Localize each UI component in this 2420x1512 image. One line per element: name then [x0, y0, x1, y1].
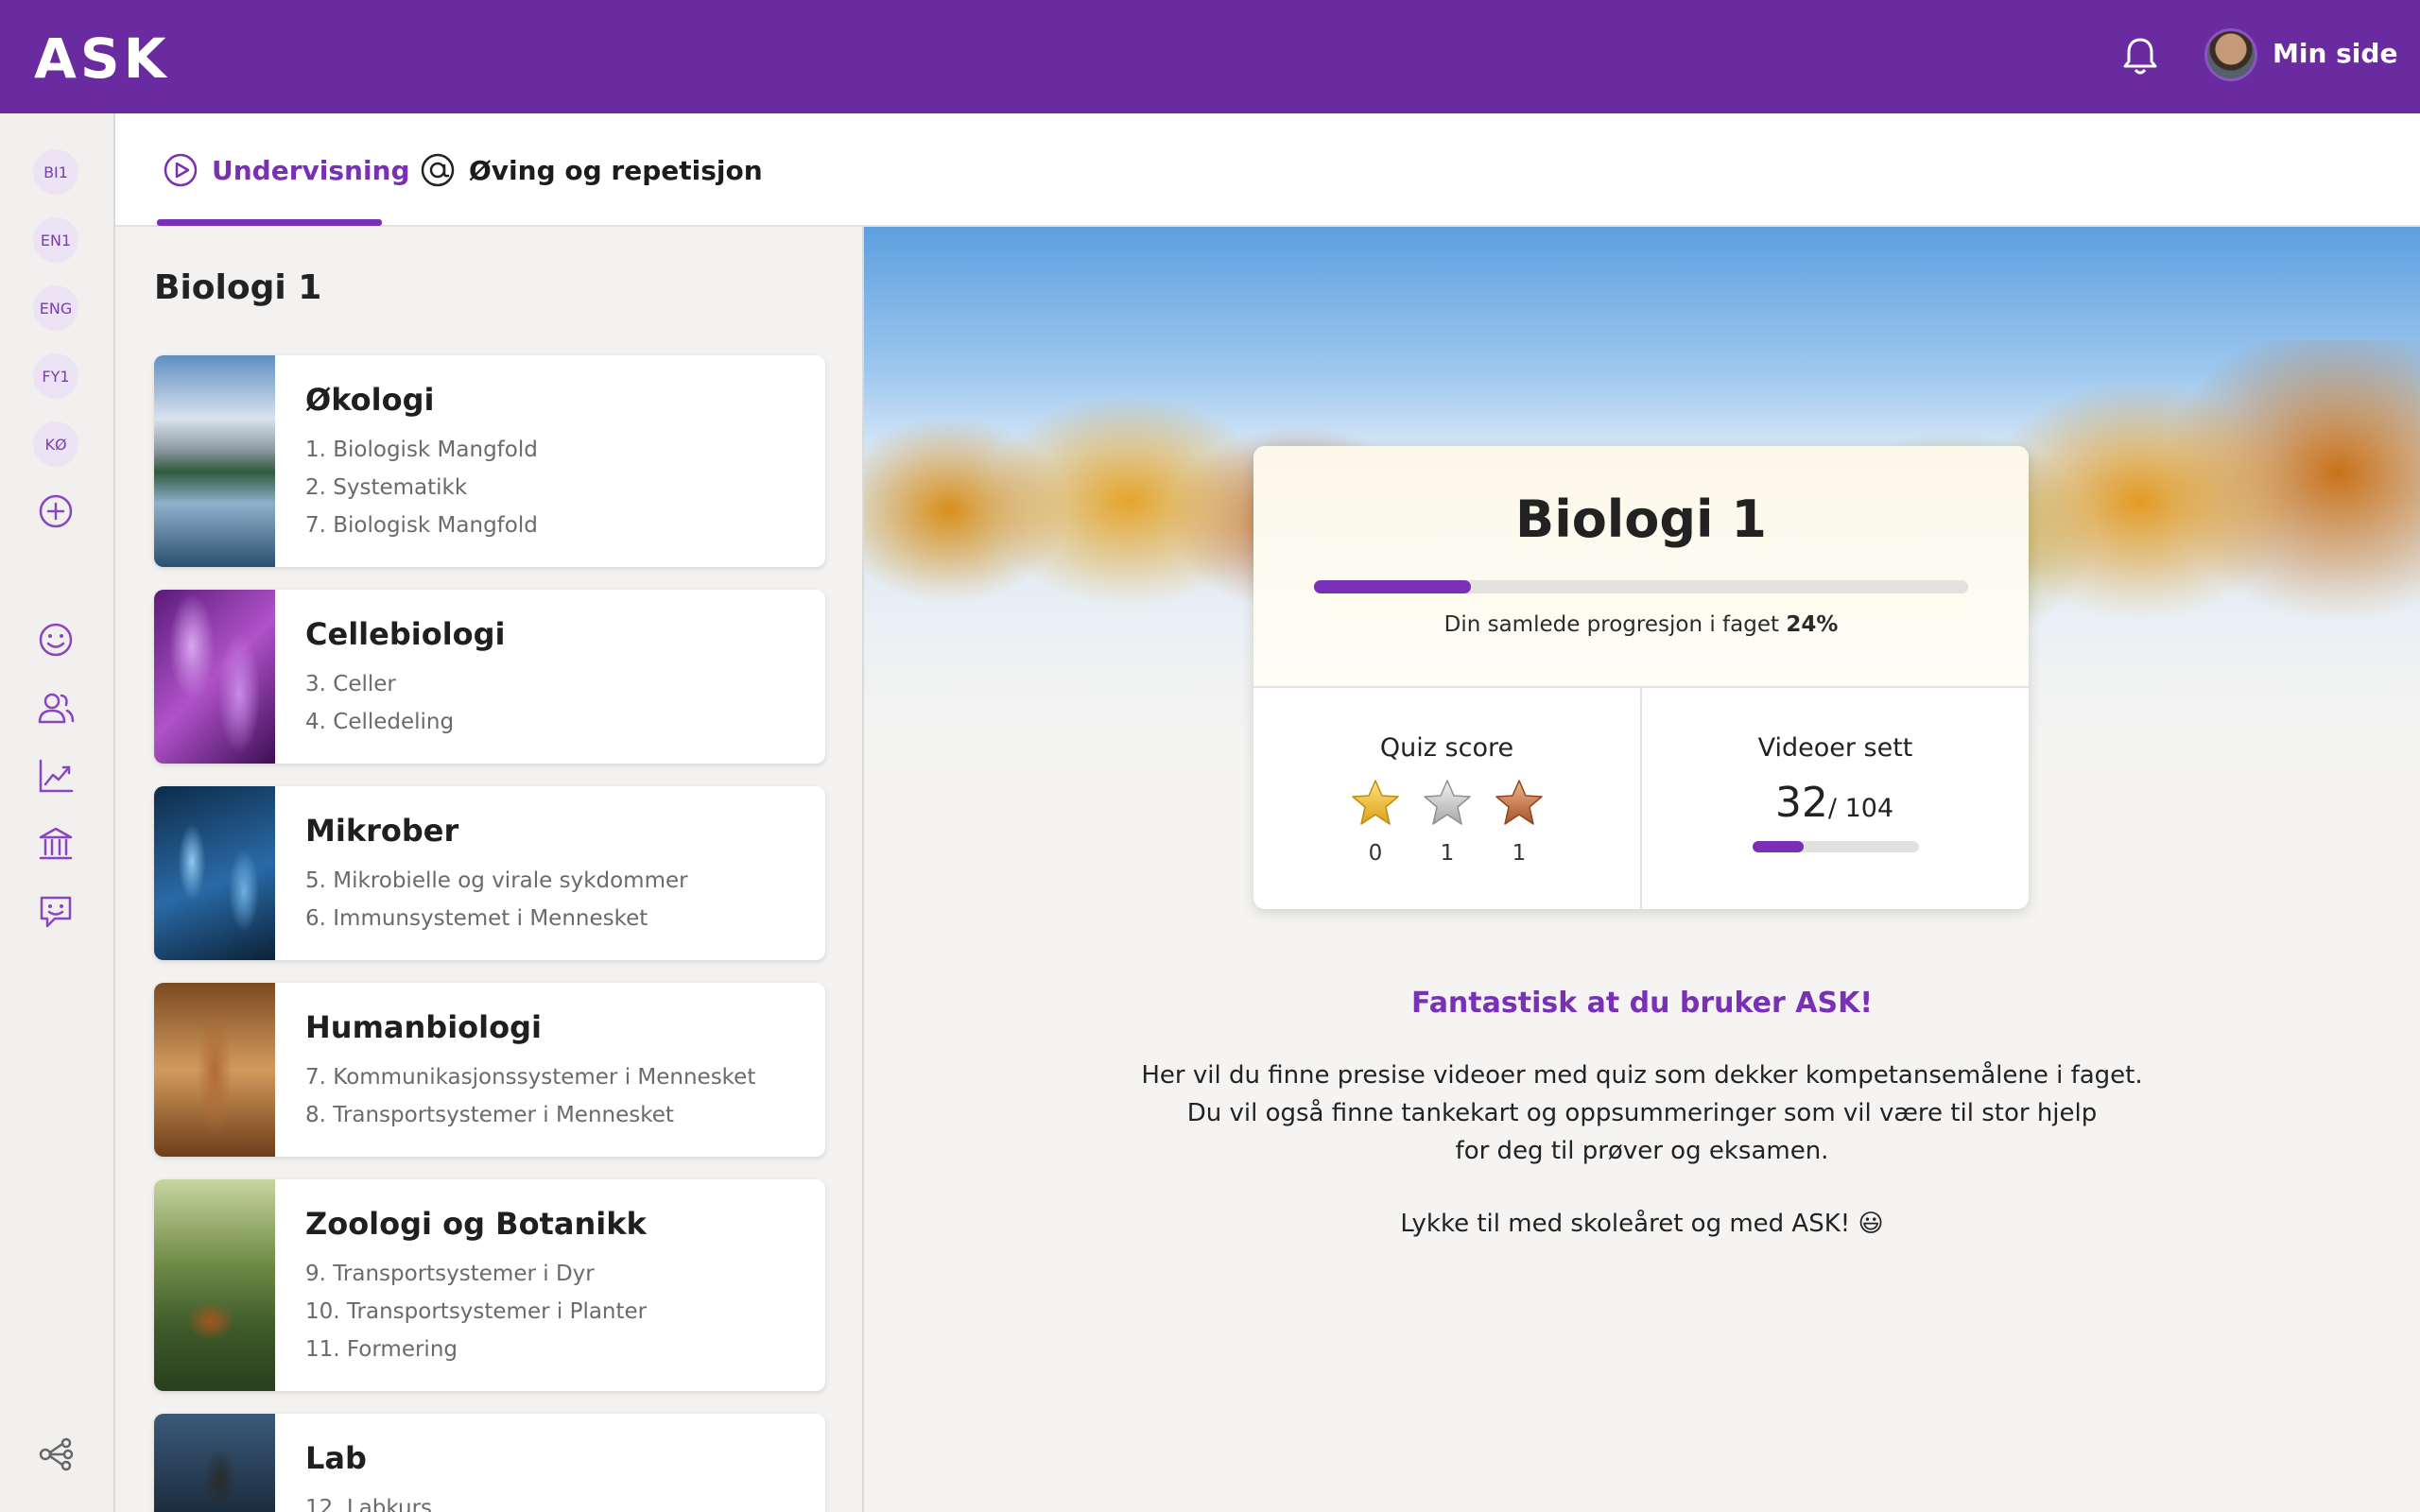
app-logo[interactable]: ASK	[34, 26, 170, 91]
videos-seen: 32	[1774, 779, 1828, 827]
module-card-lab[interactable]: Lab 12. Labkurs	[154, 1414, 825, 1512]
bronze-count: 1	[1512, 841, 1527, 866]
profile-link[interactable]: Min side	[2273, 38, 2397, 69]
gold-count: 0	[1368, 841, 1383, 866]
module-title: Økologi	[305, 382, 435, 418]
subject-rail: BI1 EN1 ENG FY1 KØ	[0, 113, 115, 1512]
module-image	[154, 1179, 275, 1391]
quiz-score-label: Quiz score	[1379, 733, 1514, 763]
module-image	[154, 355, 275, 567]
videos-progress-fill	[1753, 841, 1805, 852]
tab-oving-og-repetisjon[interactable]: Øving og repetisjon	[420, 149, 763, 191]
module-topic[interactable]: 10. Transportsystemer i Planter	[305, 1293, 810, 1331]
silver-count: 1	[1440, 841, 1455, 866]
module-title: Zoologi og Botanikk	[305, 1206, 647, 1242]
module-card-humanbiologi[interactable]: Humanbiologi 7. Kommunikasjonssystemer i…	[154, 983, 825, 1157]
videos-total: / 104	[1827, 794, 1894, 823]
add-circle-icon[interactable]	[36, 491, 76, 531]
module-topic[interactable]: 1. Biologisk Mangfold	[305, 431, 810, 469]
quiz-stars: 0 1 1	[1348, 777, 1547, 866]
play-circle-icon	[164, 153, 198, 187]
subject-ko[interactable]: KØ	[33, 421, 78, 467]
module-card-mikrober[interactable]: Mikrober 5. Mikrobielle og virale sykdom…	[154, 786, 825, 960]
silver-star-icon	[1424, 780, 1471, 825]
welcome-text: Her vil du finne presise videoer med qui…	[864, 1057, 2420, 1170]
videos-count: 32/ 104	[1640, 779, 2029, 827]
course-stats-card: Biologi 1 Din samlede progresjon i faget…	[1253, 446, 2029, 909]
module-title: Lab	[305, 1440, 367, 1476]
module-title: Mikrober	[305, 813, 459, 849]
module-title: Cellebiologi	[305, 616, 506, 652]
top-bar: ASK Min side	[0, 0, 2420, 113]
module-topic[interactable]: 5. Mikrobielle og virale sykdommer	[305, 862, 810, 900]
module-title: Humanbiologi	[305, 1009, 542, 1045]
bronze-star-icon	[1495, 780, 1543, 825]
tab-label: Undervisning	[212, 154, 410, 186]
bell-icon[interactable]	[2121, 36, 2159, 77]
module-image	[154, 786, 275, 960]
institution-icon[interactable]	[36, 824, 76, 864]
module-topic[interactable]: 7. Biologisk Mangfold	[305, 507, 810, 544]
chat-bot-icon[interactable]	[36, 892, 76, 932]
progress-label: Din samlede progresjon i faget 24%	[1253, 612, 2029, 637]
welcome-luck: Lykke til med skoleåret og med ASK! 😃	[1400, 1210, 1884, 1238]
tab-label: Øving og repetisjon	[469, 154, 763, 186]
progress-value: 24%	[1786, 612, 1839, 637]
at-circle-icon	[421, 153, 455, 187]
module-image	[154, 1414, 275, 1512]
module-image	[154, 590, 275, 764]
tab-bar: Undervisning Øving og repetisjon	[115, 113, 2420, 227]
share-graph-icon[interactable]	[36, 1435, 76, 1474]
course-progress-fill	[1314, 580, 1472, 593]
users-icon[interactable]	[36, 688, 76, 728]
gold-star-icon	[1352, 780, 1399, 825]
welcome-line: Her vil du finne presise videoer med qui…	[1141, 1061, 2143, 1090]
subject-fy1[interactable]: FY1	[33, 353, 78, 399]
active-tab-indicator	[157, 219, 382, 226]
module-image	[154, 983, 275, 1157]
module-topic[interactable]: 6. Immunsystemet i Mennesket	[305, 900, 810, 937]
course-progress-bar	[1314, 580, 1968, 593]
subject-eng[interactable]: ENG	[33, 285, 78, 331]
module-topic[interactable]: 12. Labkurs	[305, 1489, 810, 1512]
module-topic[interactable]: 4. Celledeling	[305, 703, 810, 741]
course-title: Biologi 1	[154, 268, 322, 307]
smiley-icon[interactable]	[36, 620, 76, 660]
module-card-cellebiologi[interactable]: Cellebiologi 3. Celler 4. Celledeling	[154, 590, 825, 764]
module-card-okologi[interactable]: Økologi 1. Biologisk Mangfold 2. Systema…	[154, 355, 825, 567]
videos-label: Videoer sett	[1757, 733, 1913, 763]
welcome-line: Du vil også finne tankekart og oppsummer…	[1186, 1099, 2098, 1127]
module-topic[interactable]: 3. Celler	[305, 665, 810, 703]
tab-undervisning[interactable]: Undervisning	[163, 149, 410, 191]
module-topic[interactable]: 8. Transportsystemer i Mennesket	[305, 1096, 810, 1134]
module-card-zoologi-og-botanikk[interactable]: Zoologi og Botanikk 9. Transportsystemer…	[154, 1179, 825, 1391]
welcome-line: for deg til prøver og eksamen.	[1455, 1137, 1829, 1165]
subject-en1[interactable]: EN1	[33, 217, 78, 263]
stats-header	[1253, 446, 2029, 688]
module-list: Biologi 1 Økologi 1. Biologisk Mangfold …	[115, 227, 864, 1512]
module-topic[interactable]: 9. Transportsystemer i Dyr	[305, 1255, 810, 1293]
stats-title: Biologi 1	[1515, 490, 1767, 549]
videos-progress-bar	[1753, 841, 1919, 852]
avatar[interactable]	[2204, 28, 2257, 81]
subject-bi1[interactable]: BI1	[33, 149, 78, 195]
module-topic[interactable]: 7. Kommunikasjonssystemer i Mennesket	[305, 1058, 810, 1096]
welcome-title: Fantastisk at du bruker ASK!	[1410, 987, 1874, 1020]
module-topic[interactable]: 2. Systematikk	[305, 469, 810, 507]
progress-text: Din samlede progresjon i faget	[1443, 612, 1779, 637]
module-topic[interactable]: 11. Formering	[305, 1331, 810, 1368]
chart-icon[interactable]	[36, 756, 76, 796]
